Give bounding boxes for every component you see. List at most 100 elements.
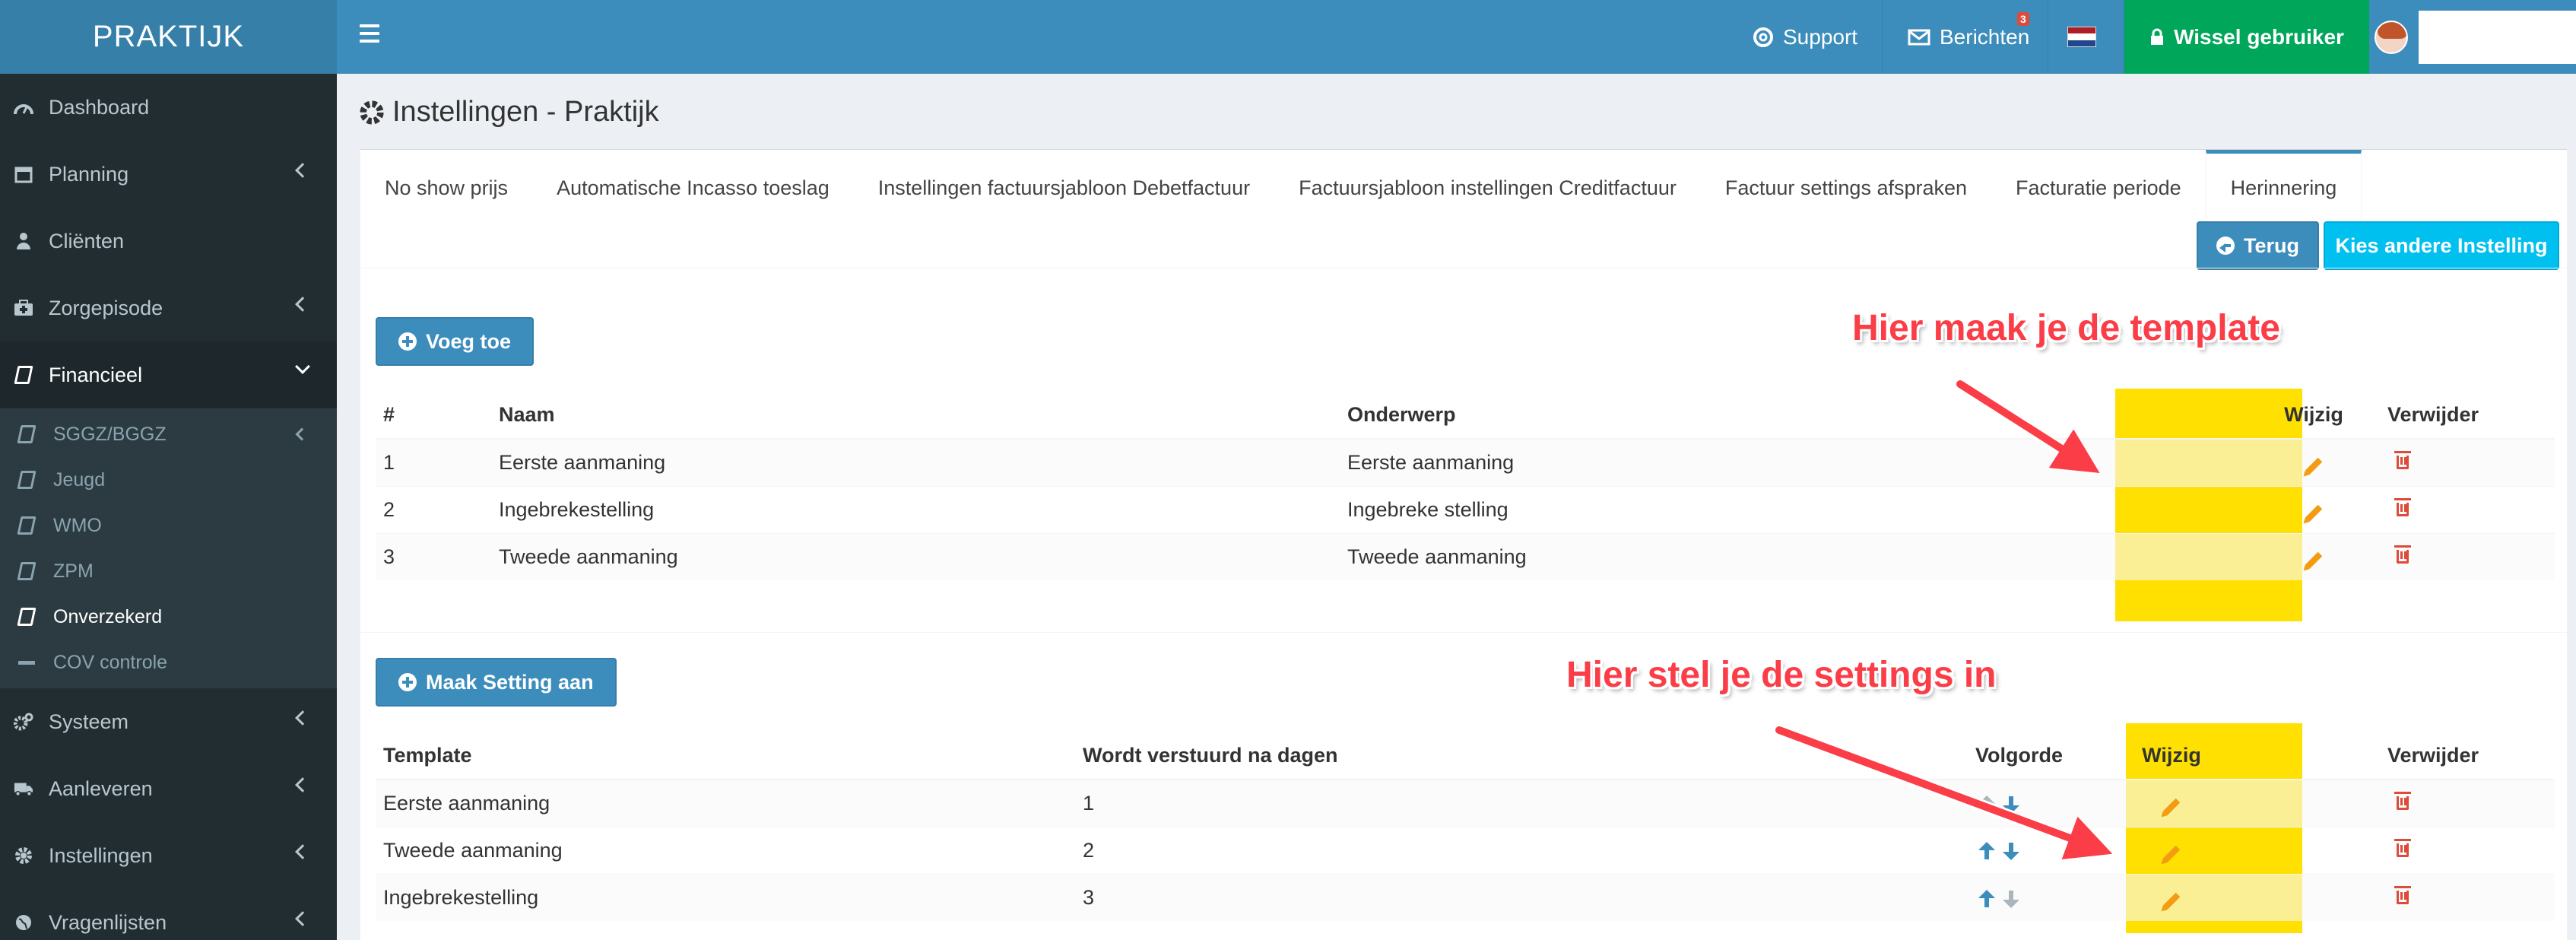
sidebar-item-dashboard[interactable]: Dashboard [0, 74, 337, 141]
chevron-left-icon [295, 710, 310, 726]
tab-no-show-prijs[interactable]: No show prijs [360, 150, 532, 222]
edit-pencil-icon[interactable] [2162, 892, 2181, 910]
sidebar-item-vragenlijsten[interactable]: Vragenlijsten [0, 889, 337, 940]
chevron-left-icon [295, 844, 310, 859]
sidebar-item-label: Aanleveren [49, 776, 153, 800]
sidebar-item-label: Planning [49, 162, 129, 186]
sidebar-item-label: Financieel [49, 363, 143, 386]
sidebar-item-systeem[interactable]: Systeem [0, 688, 337, 755]
submenu-item-wmo[interactable]: WMO [0, 503, 337, 548]
submenu-item-onverzekerd[interactable]: Onverzekerd [0, 594, 337, 640]
chevron-left-icon [295, 427, 309, 441]
settings-tabs: No show prijs Automatische Incasso toesl… [360, 150, 2362, 222]
messages-badge: 3 [2017, 12, 2029, 26]
trash-icon[interactable] [2394, 838, 2411, 857]
add-template-button[interactable]: Voeg toe [376, 317, 535, 366]
cogs-icon [14, 712, 33, 732]
sidebar-item-instellingen[interactable]: Instellingen [0, 822, 337, 889]
tab-creditfactuur-sjabloon[interactable]: Factuursjabloon instellingen Creditfactu… [1274, 150, 1701, 222]
chevron-left-icon [295, 163, 310, 178]
app-logo[interactable]: PRAKTIJK [0, 0, 337, 74]
financieel-submenu: SGGZ/BGGZ Jeugd WMO ZPM Onverzekerd COV … [0, 408, 337, 688]
tab-debetfactuur-sjabloon[interactable]: Instellingen factuursjabloon Debetfactuu… [854, 150, 1274, 222]
create-setting-button[interactable]: Maak Setting aan [376, 658, 617, 707]
globe-icon [14, 913, 33, 932]
sidebar-item-planning[interactable]: Planning [0, 141, 337, 208]
table-row: 1 Eerste aanmaning Eerste aanmaning [376, 438, 2555, 486]
choose-other-setting-button[interactable]: Kies andere Instelling [2324, 221, 2559, 270]
book-icon [17, 516, 36, 535]
tab-herinnering[interactable]: Herinnering [2205, 150, 2362, 222]
edit-pencil-icon[interactable] [2305, 457, 2323, 475]
create-setting-label: Maak Setting aan [426, 670, 594, 694]
dutch-flag-icon [2067, 27, 2096, 47]
template-name: Ingebrekestelling [491, 485, 1340, 533]
sidebar-item-clienten[interactable]: Cliënten [0, 208, 337, 275]
add-template-label: Voeg toe [426, 329, 512, 353]
support-link[interactable]: Support [1753, 0, 1857, 74]
switch-user-label: Wissel gebruiker [2174, 24, 2344, 49]
chevron-left-icon [295, 297, 310, 312]
sidebar-item-label: Cliënten [49, 229, 125, 252]
table-row: Ingebrekestelling 3 [376, 873, 2555, 921]
top-navbar: Support Berichten 3 Wissel gebruiker [337, 0, 2576, 74]
minus-icon [18, 660, 35, 665]
edit-pencil-icon[interactable] [2162, 845, 2181, 862]
sidebar-toggle-icon[interactable] [360, 24, 379, 47]
arrow-up-icon[interactable] [1978, 842, 1995, 860]
chevron-left-icon [295, 911, 310, 926]
book-icon [17, 471, 36, 489]
trash-icon[interactable] [2394, 497, 2411, 516]
page-title-text: Instellingen - Praktijk [392, 96, 659, 128]
edit-pencil-icon[interactable] [2162, 798, 2181, 816]
sidebar-item-aanleveren[interactable]: Aanleveren [0, 755, 337, 822]
sidebar-item-label: Vragenlijsten [49, 910, 167, 934]
trash-icon[interactable] [2394, 791, 2411, 810]
user-menu[interactable] [2375, 0, 2576, 74]
submenu-item-cov-controle[interactable]: COV controle [0, 640, 337, 685]
lock-icon [2151, 28, 2164, 45]
column-header-template: Template [376, 732, 1075, 780]
back-button[interactable]: Terug [2197, 221, 2319, 270]
row-number: 2 [376, 485, 491, 533]
column-header-wijzig: Wijzig [2095, 732, 2248, 780]
sidebar-item-label: Dashboard [49, 95, 150, 119]
sidebar-item-label: Systeem [49, 710, 129, 733]
trash-icon[interactable] [2394, 545, 2411, 564]
sidebar-item-zorgepisode[interactable]: Zorgepisode [0, 275, 337, 341]
template-name: Eerste aanmaning [491, 438, 1340, 486]
edit-pencil-icon[interactable] [2305, 551, 2323, 570]
submenu-item-jeugd[interactable]: Jeugd [0, 457, 337, 503]
language-switch[interactable] [2067, 0, 2096, 74]
switch-user-button[interactable]: Wissel gebruiker [2124, 0, 2369, 74]
tab-automatische-incasso-toeslag[interactable]: Automatische Incasso toeslag [532, 150, 854, 222]
chevron-down-icon [295, 359, 310, 374]
edit-pencil-icon[interactable] [2305, 504, 2323, 522]
setting-days: 3 [1075, 873, 1968, 921]
table-header-row: Template Wordt verstuurd na dagen Volgor… [376, 732, 2555, 780]
row-number: 3 [376, 532, 491, 580]
messages-link[interactable]: Berichten [1908, 0, 2029, 74]
choose-other-setting-label: Kies andere Instelling [2335, 233, 2548, 257]
setting-template: Tweede aanmaning [376, 826, 1075, 874]
arrow-up-icon[interactable] [1978, 889, 1995, 908]
calendar-icon [14, 164, 33, 184]
book-icon [17, 425, 36, 443]
trash-icon[interactable] [2394, 885, 2411, 904]
tab-facturatie-periode[interactable]: Facturatie periode [1991, 150, 2206, 222]
setting-days: 1 [1075, 779, 1968, 827]
settings-panel: No show prijs Automatische Incasso toesl… [360, 149, 2567, 940]
submenu-item-label: COV controle [53, 651, 168, 673]
submenu-item-zpm[interactable]: ZPM [0, 548, 337, 594]
settings-table: Template Wordt verstuurd na dagen Volgor… [376, 732, 2555, 921]
arrow-down-icon[interactable] [2003, 796, 2019, 814]
plus-circle-icon [398, 332, 417, 351]
arrow-down-icon[interactable] [2003, 842, 2019, 860]
trash-icon[interactable] [2394, 450, 2411, 469]
tab-factuur-settings-afspraken[interactable]: Factuur settings afspraken [1701, 150, 1991, 222]
submenu-item-sggz-bggz[interactable]: SGGZ/BGGZ [0, 411, 337, 457]
sidebar: Dashboard Planning Cliënten Zorgepisode … [0, 74, 337, 940]
column-header-onderwerp: Onderwerp [1340, 392, 2108, 440]
sidebar-item-financieel[interactable]: Financieel [0, 341, 337, 408]
row-number: 1 [376, 438, 491, 486]
